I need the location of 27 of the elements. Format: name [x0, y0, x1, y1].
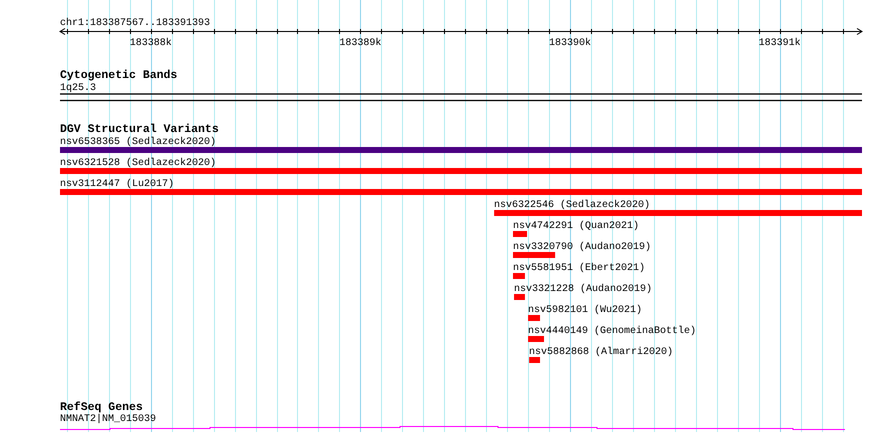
ruler-tick-label: 183389k — [339, 38, 382, 49]
variant-label: nsv5982101 (Wu2021) — [528, 305, 642, 316]
variant-label: nsv5882868 (Almarri2020) — [529, 347, 674, 358]
track-title: Cytogenetic Bands — [60, 69, 178, 82]
gene-label: NMNAT2|NM_015039 — [60, 414, 156, 425]
cytoband-label: 1q25.3 — [60, 83, 96, 94]
track-title: RefSeq Genes — [60, 401, 143, 414]
ruler-tick-label: 183388k — [130, 38, 172, 49]
variant-bar[interactable] — [512, 231, 528, 237]
variant-bar[interactable] — [528, 315, 540, 321]
variant-bar[interactable] — [512, 252, 556, 258]
variant-label: nsv4440149 (GenomeinaBottle) — [528, 326, 696, 337]
ruler-tick-label: 183390k — [549, 38, 591, 49]
track-title: DGV Structural Variants — [60, 123, 219, 136]
variant-label: nsv3321228 (Audano2019) — [514, 284, 652, 295]
variant-bar[interactable] — [512, 273, 525, 279]
variant-label: nsv6321528 (Sedlazeck2020) — [60, 158, 216, 169]
variant-label: nsv3320790 (Audano2019) — [513, 242, 652, 253]
ruler-tick-label: 183391k — [758, 38, 801, 49]
variant-bar[interactable] — [529, 357, 540, 363]
variant-label: nsv5581951 (Ebert2021) — [513, 263, 646, 274]
location-label: chr1:183387567..183391393 — [60, 18, 210, 29]
variant-label: nsv4742291 (Quan2021) — [513, 221, 640, 232]
variant-label: nsv3112447 (Lu2017) — [60, 179, 174, 190]
gene-model-line[interactable] — [60, 426, 846, 430]
variant-label: nsv6538365 (Sedlazeck2020) — [60, 137, 216, 148]
variant-label: nsv6322546 (Sedlazeck2020) — [494, 200, 650, 211]
